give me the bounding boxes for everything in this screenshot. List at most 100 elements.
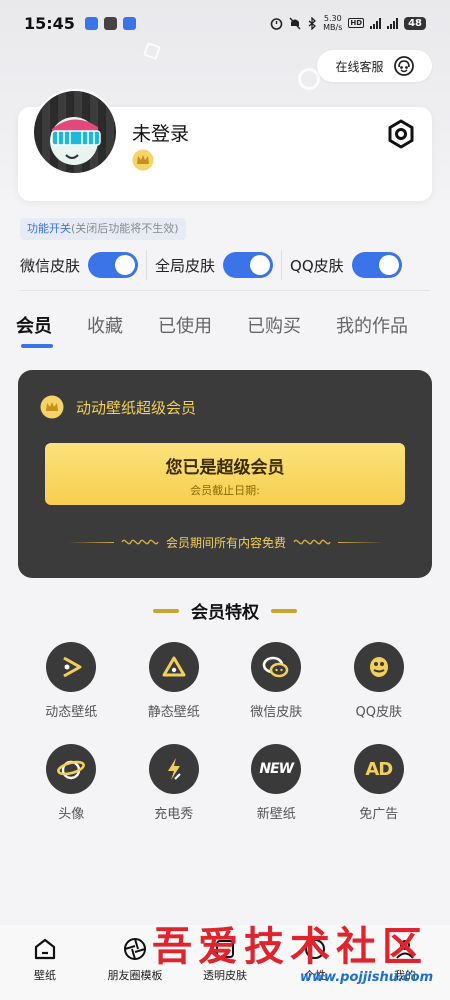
privilege-wechat-skin[interactable]: 微信皮肤: [225, 642, 328, 720]
nav-mine[interactable]: 我的: [360, 925, 450, 1000]
privilege-label: 静态壁纸: [147, 705, 200, 720]
qq-penguin-icon: [353, 642, 404, 692]
tab-my-works[interactable]: 我的作品: [336, 312, 408, 338]
signal-icon: [387, 17, 399, 29]
privilege-label: 充电秀: [154, 807, 194, 822]
new-badge-text: NEW: [259, 761, 294, 777]
privilege-qq-skin[interactable]: QQ皮肤: [328, 642, 431, 720]
net-speed-value: 5.30: [323, 14, 342, 23]
ad-badge-text: AD: [365, 758, 393, 780]
nav-label: 个性: [304, 969, 326, 982]
privilege-ad-free[interactable]: AD 免广告: [328, 744, 431, 822]
net-speed: 5.30 MB/s: [323, 14, 342, 32]
status-time: 15:45: [24, 13, 75, 33]
online-service-button[interactable]: 在线客服: [317, 50, 432, 82]
function-switch-tag: 功能开关(关闭后功能将不生效): [20, 218, 186, 240]
vip-header: 动动壁纸超级会员: [40, 395, 196, 419]
tab-purchased[interactable]: 已购买: [247, 312, 301, 338]
vip-card: 动动壁纸超级会员 您已是超级会员 会员截止日期: 会员期间所有内容免费: [18, 370, 432, 578]
hd-icon: HD: [348, 18, 365, 28]
bluetooth-icon: [308, 16, 317, 30]
nav-personal[interactable]: 个性: [270, 925, 360, 1000]
vip-status-box[interactable]: 您已是超级会员 会员截止日期:: [45, 443, 405, 505]
privilege-charging-show[interactable]: 充电秀: [123, 744, 226, 822]
ad-free-icon: AD: [353, 744, 404, 794]
vip-title: 动动壁纸超级会员: [76, 398, 197, 417]
user-icon: [396, 940, 414, 959]
profile-name[interactable]: 未登录: [132, 119, 189, 146]
mute-icon: [289, 17, 301, 29]
function-switch-note: (关闭后功能将不生效): [71, 222, 179, 235]
nav-label: 透明皮肤: [203, 969, 247, 982]
triangle-icon: [148, 642, 199, 692]
tab-favorites[interactable]: 收藏: [87, 312, 123, 338]
online-service-label: 在线客服: [335, 59, 384, 74]
profile-card[interactable]: 未登录: [18, 89, 432, 201]
privilege-label: 微信皮肤: [250, 705, 303, 720]
signal-icon: [370, 17, 382, 29]
vip-expire-date: 会员截止日期:: [190, 484, 260, 497]
privilege-label: 免广告: [359, 807, 399, 822]
privileges-header: 会员特权: [0, 598, 450, 623]
settings-icon[interactable]: [386, 119, 416, 149]
aperture-icon: [124, 938, 146, 960]
privilege-new-wallpaper[interactable]: NEW 新壁纸: [225, 744, 328, 822]
skin-toggles: 微信皮肤 全局皮肤 QQ皮肤: [20, 250, 432, 280]
wechat-bubble-icon: [251, 642, 302, 692]
function-switch-title: 功能开关: [27, 222, 71, 235]
spring-decor-icon: [293, 539, 331, 545]
active-tab-indicator: [21, 344, 53, 348]
avatar-image: [50, 117, 101, 165]
decor-line: [68, 541, 114, 543]
status-system-icons: 5.30 MB/s HD 48: [270, 14, 426, 32]
avatar[interactable]: [32, 89, 118, 175]
vip-free-note-row: 会员期间所有内容免费: [68, 533, 385, 551]
decor-ring: [298, 68, 320, 90]
play-icon: [46, 642, 97, 692]
qq-skin-switch[interactable]: [351, 252, 402, 278]
toggle-label: 微信皮肤: [20, 256, 81, 275]
toggle-global-skin: 全局皮肤: [146, 250, 274, 280]
vip-status: 您已是超级会员: [165, 458, 285, 478]
decor-line: [338, 541, 385, 543]
decor-bar: [271, 608, 297, 613]
tab-member[interactable]: 会员: [16, 312, 52, 338]
battery-icon: 48: [404, 16, 426, 30]
vip-free-note: 会员期间所有内容免费: [166, 535, 287, 550]
lightning-icon: [148, 744, 199, 794]
privilege-label: 头像: [58, 807, 85, 822]
nav-label: 我的: [394, 969, 416, 982]
toggle-wechat-skin: 微信皮肤: [20, 250, 139, 280]
headset-icon: [393, 56, 414, 76]
crown-icon: [132, 149, 154, 171]
tab-bar: 会员 收藏 已使用 已购买 我的作品: [16, 312, 446, 338]
notification-app-icon: [103, 16, 117, 30]
tab-used[interactable]: 已使用: [158, 312, 212, 338]
privilege-static-wallpaper[interactable]: 静态壁纸: [123, 642, 226, 720]
alarm-icon: [270, 17, 283, 30]
privilege-label: 新壁纸: [256, 807, 296, 822]
notification-app-icon: [122, 16, 136, 30]
home-icon: [34, 938, 56, 960]
privilege-dynamic-wallpaper[interactable]: 动态壁纸: [20, 642, 123, 720]
privilege-avatar[interactable]: 头像: [20, 744, 123, 822]
privileges-grid: 动态壁纸 静态壁纸 微信皮肤 QQ皮肤 头像 充电秀 NEW 新壁纸 AD 免广…: [20, 642, 430, 822]
toggle-label: QQ皮肤: [290, 256, 344, 275]
notification-app-icon: [84, 16, 98, 30]
privileges-title: 会员特权: [191, 603, 259, 623]
nav-moments-template[interactable]: 朋友圈模板: [90, 925, 180, 1000]
nav-transparent-skin[interactable]: 透明皮肤: [180, 925, 270, 1000]
nav-label: 朋友圈模板: [107, 969, 163, 982]
divider: [20, 290, 430, 291]
new-badge-icon: NEW: [251, 744, 302, 794]
nav-wallpaper[interactable]: 壁纸: [0, 925, 90, 1000]
decor-bar: [153, 608, 179, 613]
global-skin-switch[interactable]: [223, 252, 274, 278]
transparent-skin-icon: [216, 940, 234, 958]
status-notification-icons: [84, 16, 136, 30]
personal-icon: [305, 939, 325, 959]
wechat-skin-switch[interactable]: [88, 252, 139, 278]
privilege-label: 动态壁纸: [45, 705, 98, 720]
bottom-nav: 壁纸 朋友圈模板 透明皮肤 个性 我的: [0, 925, 450, 1000]
crown-icon: [40, 395, 64, 419]
